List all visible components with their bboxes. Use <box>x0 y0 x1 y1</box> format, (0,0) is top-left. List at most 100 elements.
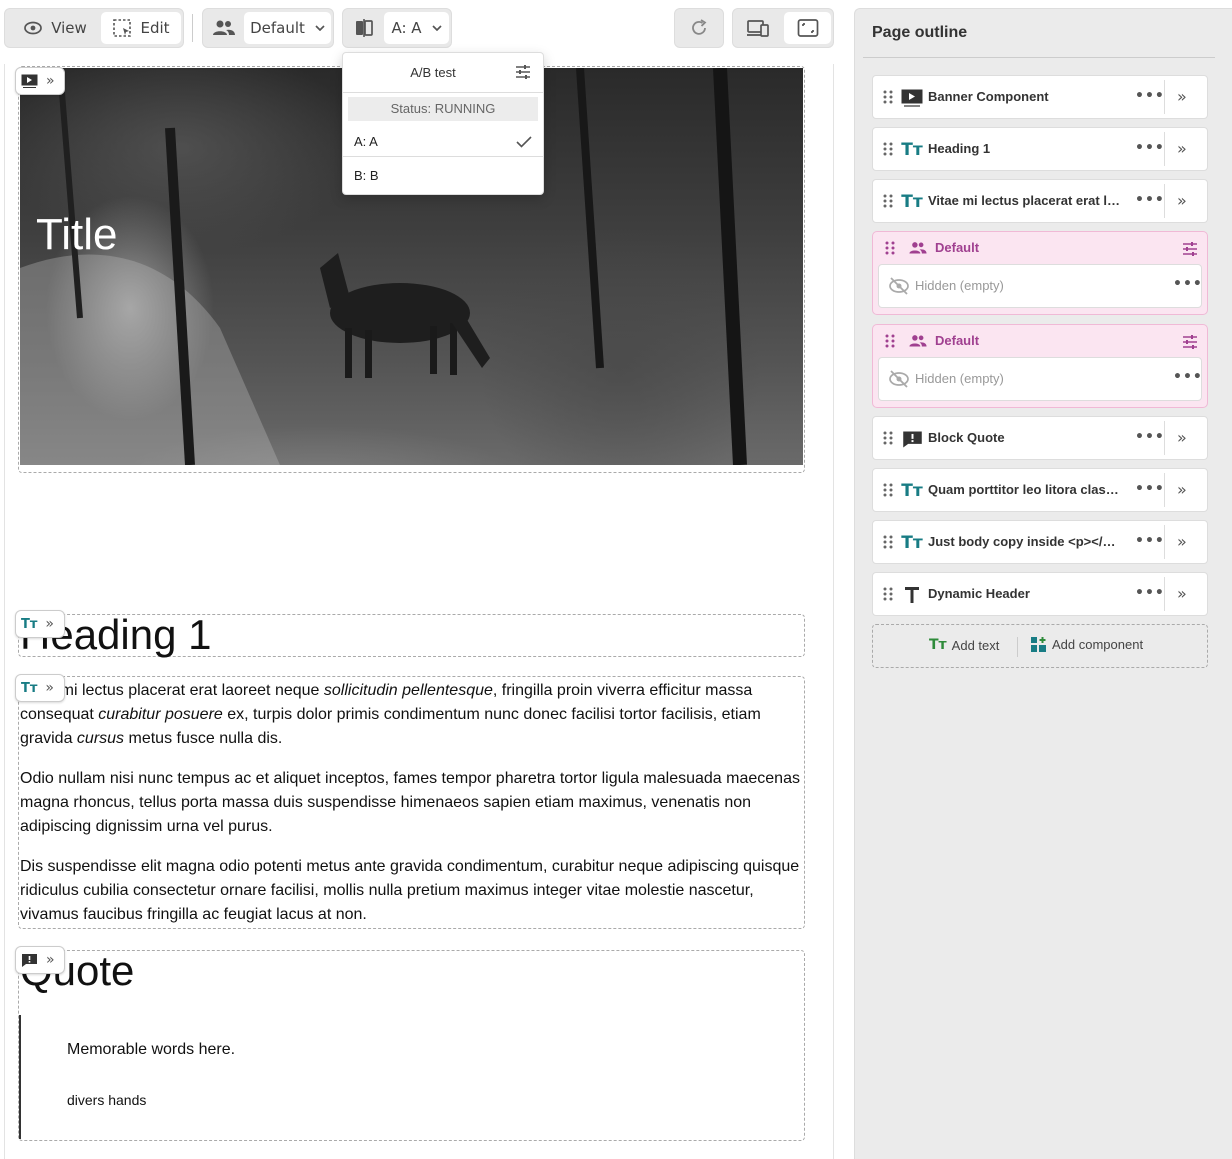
outline-item-banner[interactable]: Banner Component ••• » <box>872 75 1208 119</box>
more-options-icon[interactable]: ••• <box>1135 481 1165 497</box>
more-options-icon[interactable]: ••• <box>1135 585 1165 601</box>
outline-item-label: Block Quote <box>928 430 1005 445</box>
quote-author: divers hands <box>67 1092 147 1108</box>
text-type-icon: Tт <box>21 680 38 696</box>
personalization-label: Default <box>935 240 980 255</box>
devices-icon <box>747 20 769 37</box>
refresh-button[interactable] <box>680 12 718 44</box>
tune-icon[interactable] <box>1182 242 1198 256</box>
drag-handle-icon[interactable] <box>883 483 893 497</box>
header-icon <box>900 583 924 607</box>
hidden-variant-item[interactable]: Hidden (empty) ••• <box>878 357 1202 401</box>
hidden-label: Hidden (empty) <box>915 278 1004 293</box>
expand-chevron-icon[interactable]: » <box>1177 480 1187 499</box>
outline-item-heading[interactable]: Tт Heading 1 ••• » <box>872 127 1208 171</box>
chevron-down-icon <box>431 25 442 31</box>
expand-chevron-icon[interactable]: » <box>1177 428 1187 447</box>
expand-chevron-icon[interactable]: » <box>1177 584 1187 603</box>
item-separator <box>1164 473 1165 507</box>
outline-item-rich-text[interactable]: Tт Just body copy inside <p></p> tags ••… <box>872 520 1208 564</box>
abtest-dropdown: A/B test Status: RUNNING A: A B: B <box>342 52 544 195</box>
people-icon <box>909 242 927 254</box>
drag-handle-icon[interactable] <box>883 90 893 104</box>
drag-handle-icon[interactable] <box>883 587 893 601</box>
outline-item-label: Quam porttitor leo litora class aptent <box>928 482 1122 497</box>
eye-icon <box>24 21 43 35</box>
drag-handle-icon[interactable] <box>885 334 895 348</box>
text-icon: Tт <box>901 140 923 160</box>
outline-item-dynamic-header[interactable]: Dynamic Header ••• » <box>872 572 1208 616</box>
quote-icon <box>900 427 924 451</box>
abtest-option-label: B: B <box>354 168 379 183</box>
outline-item-label: Just body copy inside <p></p> tags <box>928 534 1122 549</box>
text-icon: Tт <box>901 481 923 501</box>
more-options-icon[interactable]: ••• <box>1135 88 1165 104</box>
item-separator <box>1164 525 1165 559</box>
expand-chevron-icon[interactable]: » <box>1177 532 1187 551</box>
more-options-icon[interactable]: ••• <box>1173 276 1203 292</box>
audience-group: Default <box>202 8 334 48</box>
more-options-icon[interactable]: ••• <box>1173 369 1203 385</box>
abtest-option-b[interactable]: B: B <box>343 159 543 191</box>
abtest-settings-button[interactable] <box>515 64 531 83</box>
banner-chip[interactable]: » <box>15 67 65 95</box>
add-zone: Tт Add text Add component <box>872 624 1208 668</box>
edit-select-icon <box>113 19 132 37</box>
expand-chevron-icon[interactable]: » <box>1177 87 1187 106</box>
outline-item-rich-text[interactable]: Tт Vitae mi lectus placerat erat laoreet… <box>872 179 1208 223</box>
refresh-group <box>674 8 724 48</box>
abtest-icon-button[interactable] <box>346 12 382 44</box>
personalization-container[interactable]: Default Hidden (empty) ••• <box>872 231 1208 315</box>
item-separator <box>1164 80 1165 114</box>
add-component-button[interactable]: Add component <box>1031 637 1143 652</box>
more-options-icon[interactable]: ••• <box>1135 192 1165 208</box>
outline-item-rich-text[interactable]: Tт Quam porttitor leo litora class apten… <box>872 468 1208 512</box>
more-options-icon[interactable]: ••• <box>1135 533 1165 549</box>
abtest-divider <box>343 92 543 93</box>
outline-item-label: Heading 1 <box>928 141 991 156</box>
fullscreen-button[interactable] <box>784 12 831 44</box>
fullscreen-icon <box>797 19 818 37</box>
abtest-status: Status: RUNNING <box>348 97 538 121</box>
quote-chip[interactable]: » <box>15 946 65 974</box>
item-separator <box>1164 577 1165 611</box>
text-icon: Tт <box>901 192 923 212</box>
responsive-preview-button[interactable] <box>736 12 780 44</box>
audience-icon-button[interactable] <box>206 12 242 44</box>
audience-value: Default <box>250 19 305 37</box>
drag-handle-icon[interactable] <box>883 194 893 208</box>
audience-select[interactable]: Default <box>244 12 331 44</box>
banner-icon <box>21 74 38 88</box>
outline-title-divider <box>863 57 1215 58</box>
abtest-option-a[interactable]: A: A <box>343 127 543 157</box>
rich-text-chip[interactable]: Tт » <box>15 674 65 702</box>
expand-chevron-icon[interactable]: » <box>1177 139 1187 158</box>
view-button[interactable]: View <box>9 12 101 44</box>
add-text-label: Add text <box>951 637 1000 653</box>
drag-handle-icon[interactable] <box>883 142 893 156</box>
hidden-variant-item[interactable]: Hidden (empty) ••• <box>878 264 1202 308</box>
drag-handle-icon[interactable] <box>885 241 895 255</box>
edit-button[interactable]: Edit <box>101 12 181 44</box>
variant-value: A: A <box>391 19 422 37</box>
tune-icon[interactable] <box>1182 335 1198 349</box>
checkmark-icon <box>516 136 532 148</box>
heading-chip[interactable]: Tт » <box>15 610 65 638</box>
variant-select[interactable]: A: A <box>384 12 449 44</box>
drag-handle-icon[interactable] <box>883 535 893 549</box>
personalization-container[interactable]: Default Hidden (empty) ••• <box>872 324 1208 408</box>
drag-handle-icon[interactable] <box>883 431 893 445</box>
tune-icon <box>516 65 530 79</box>
chevron-down-icon <box>315 25 325 31</box>
page-outline-panel: Page outline Banner Component ••• » Tт H… <box>854 8 1232 1159</box>
expand-chevron-icon: » <box>46 952 54 968</box>
expand-chevron-icon[interactable]: » <box>1177 191 1187 210</box>
text-type-icon: Tт <box>21 616 38 632</box>
add-text-button[interactable]: Tт Add text <box>929 637 999 653</box>
expand-chevron-icon: » <box>45 616 53 632</box>
outline-title: Page outline <box>872 24 968 41</box>
outline-item-block-quote[interactable]: Block Quote ••• » <box>872 416 1208 460</box>
more-options-icon[interactable]: ••• <box>1135 140 1165 156</box>
quote-border <box>19 1015 21 1139</box>
more-options-icon[interactable]: ••• <box>1135 429 1165 445</box>
